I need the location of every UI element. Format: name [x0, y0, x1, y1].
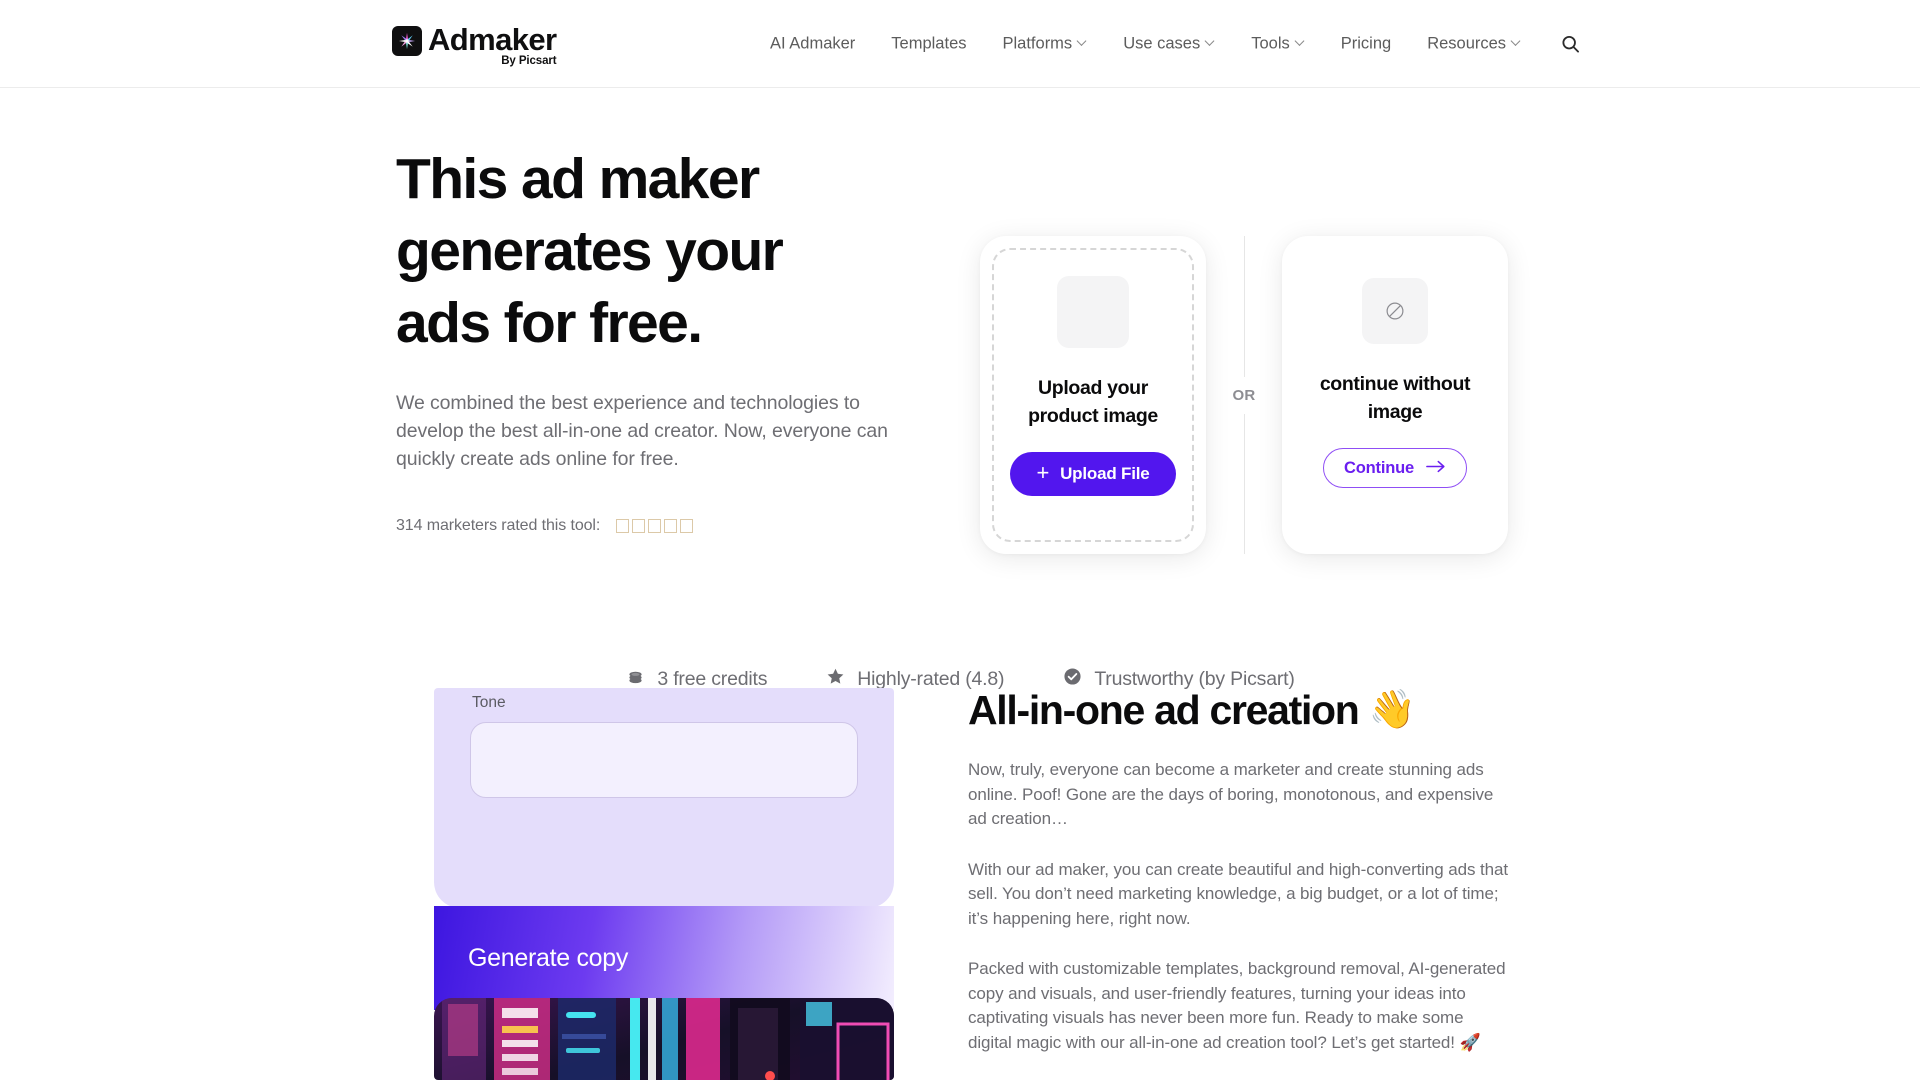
nav-label: Templates: [891, 34, 967, 52]
mockup-neon-photo: [434, 998, 894, 1080]
chevron-down-icon: [1078, 37, 1087, 46]
mockup-form-panel: Tone: [434, 688, 894, 908]
nav-item-pricing[interactable]: Pricing: [1323, 26, 1409, 61]
headline-line-3: ads for free.: [396, 291, 703, 355]
logo-text: Admaker By Picsart: [428, 22, 557, 68]
section-paragraph-1: Now, truly, everyone can become a market…: [968, 760, 1494, 828]
site-header: Admaker By Picsart AI Admaker Templates …: [0, 0, 1920, 88]
divider-line-bottom: [1243, 413, 1245, 554]
or-divider: OR: [1206, 236, 1282, 554]
mockup-tone-input[interactable]: [470, 722, 858, 798]
mockup-generate-copy-band[interactable]: Generate copy: [434, 906, 894, 1010]
nav-label: Platforms: [1002, 34, 1073, 52]
all-in-one-copy: All-in-one ad creation 👋 Now, truly, eve…: [968, 684, 1508, 1055]
hero-paragraph: We combined the best experience and tech…: [396, 392, 888, 470]
continue-card-title: continue without image: [1319, 373, 1471, 423]
star-icon: [680, 519, 694, 533]
picsart-star-icon: [392, 26, 422, 56]
headline-line-2: generates your: [396, 219, 784, 283]
continue-button[interactable]: Continue: [1323, 448, 1467, 488]
rating-row: 314 marketers rated this tool:: [396, 517, 866, 535]
no-image-icon: [1362, 278, 1428, 344]
continue-button-label: Continue: [1344, 458, 1414, 477]
upload-card-title: Upload your product image: [1028, 377, 1158, 427]
chevron-down-icon: [1512, 37, 1521, 46]
or-label: OR: [1232, 386, 1256, 404]
nav-label: Tools: [1251, 34, 1290, 52]
nav-item-templates[interactable]: Templates: [873, 26, 984, 61]
hero-section: This ad maker generates your ads for fre…: [0, 88, 1920, 690]
section-heading-text: All-in-one ad creation: [968, 687, 1360, 733]
upload-image-card[interactable]: Upload your product image + Upload File: [980, 236, 1206, 554]
mockup-generate-copy-label: Generate copy: [468, 943, 629, 972]
product-mockup: Tone Generate copy: [434, 688, 894, 1080]
chevron-down-icon: [1296, 37, 1305, 46]
star-icon: [616, 519, 630, 533]
waving-hand-icon: 👋: [1368, 689, 1416, 731]
plus-icon: +: [1036, 460, 1050, 485]
continue-without-image-card[interactable]: continue without image Continue: [1282, 236, 1508, 554]
star-rating: [616, 519, 694, 533]
hero-upload-area: Upload your product image + Upload File …: [980, 236, 1508, 554]
nav-item-use-cases[interactable]: Use cases: [1105, 26, 1233, 61]
page-root: Admaker By Picsart AI Admaker Templates …: [0, 0, 1920, 1080]
section-paragraph-3: Packed with customizable templates, back…: [968, 959, 1506, 1052]
star-icon: [632, 519, 646, 533]
logo-wordmark: Admaker: [428, 22, 557, 57]
section-heading: All-in-one ad creation 👋: [968, 684, 1508, 736]
chevron-down-icon: [1206, 37, 1215, 46]
upload-file-button[interactable]: + Upload File: [1010, 452, 1176, 496]
logo[interactable]: Admaker By Picsart: [392, 22, 557, 68]
nav-label: Use cases: [1123, 34, 1201, 52]
hero-left-column: This ad maker generates your ads for fre…: [396, 143, 888, 535]
rating-label: 314 marketers rated this tool:: [396, 517, 601, 534]
main-nav: AI Admaker Templates Platforms Use cases…: [752, 26, 1585, 61]
nav-label: AI Admaker: [770, 34, 856, 52]
nav-label: Resources: [1427, 34, 1507, 52]
search-icon[interactable]: [1555, 29, 1585, 59]
nav-item-platforms[interactable]: Platforms: [985, 26, 1106, 61]
upload-button-label: Upload File: [1060, 464, 1150, 483]
image-placeholder-icon: [1057, 276, 1129, 348]
section-paragraph-2: With our ad maker, you can create beauti…: [968, 859, 1508, 928]
headline-line-1: This ad maker: [396, 147, 760, 211]
nav-item-resources[interactable]: Resources: [1409, 26, 1539, 61]
star-icon: [648, 519, 662, 533]
all-in-one-section: Tone Generate copy All-in-one ad creatio…: [0, 684, 1920, 1080]
arrow-right-icon: [1426, 459, 1446, 478]
nav-item-ai-admaker[interactable]: AI Admaker: [752, 26, 873, 61]
divider-line-top: [1243, 236, 1245, 377]
nav-item-tools[interactable]: Tools: [1233, 26, 1323, 61]
mockup-tone-label: Tone: [472, 694, 506, 711]
page-title: This ad maker generates your ads for fre…: [396, 143, 866, 359]
nav-label: Pricing: [1340, 34, 1392, 52]
star-icon: [664, 519, 678, 533]
